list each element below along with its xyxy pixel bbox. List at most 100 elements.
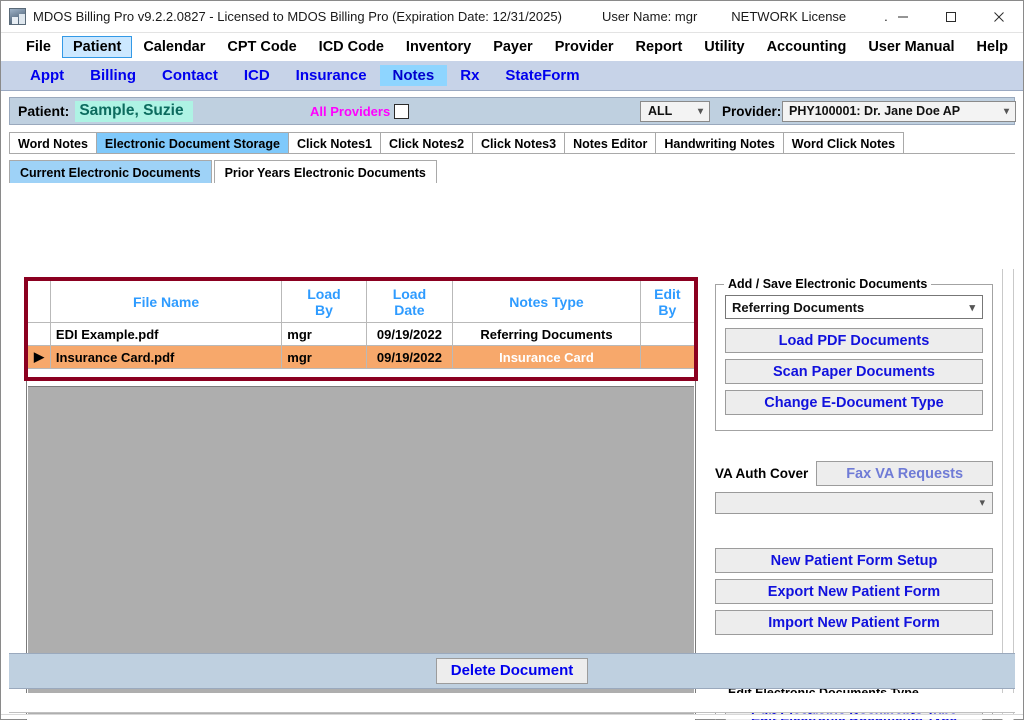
documents-grid-body: File Name Load By Load Date Notes Type E… (27, 280, 696, 369)
tab-click-notes3[interactable]: Click Notes3 (472, 132, 566, 153)
row-selector-cell[interactable] (27, 322, 51, 346)
column-header-load-date-line1: Load (392, 285, 427, 302)
provider-label: Provider: (722, 103, 782, 119)
notes-tab-strip: Word Notes Electronic Document Storage C… (9, 132, 1015, 154)
tab-word-click-notes[interactable]: Word Click Notes (782, 132, 905, 153)
window-bottom-edge (1, 714, 1023, 719)
secondary-nav-bar: Appt Billing Contact ICD Insurance Notes… (1, 61, 1023, 91)
column-header-load-by[interactable]: Load By (281, 280, 367, 323)
menu-item-utility[interactable]: Utility (693, 36, 755, 58)
tab-word-notes[interactable]: Word Notes (9, 132, 97, 153)
menu-item-help[interactable]: Help (966, 36, 1019, 58)
import-new-patient-form-button[interactable]: Import New Patient Form (715, 610, 993, 635)
patient-label: Patient: (18, 103, 70, 119)
cell-notes-type[interactable]: Insurance Card (452, 345, 641, 369)
cell-load-by[interactable]: mgr (281, 322, 367, 346)
cell-load-date[interactable]: 09/19/2022 (365, 345, 454, 369)
menu-item-accounting[interactable]: Accounting (756, 36, 858, 58)
menu-item-provider[interactable]: Provider (544, 36, 625, 58)
column-header-edit-by-line1: Edit (654, 285, 681, 302)
chevron-down-icon: ▾ (1003, 105, 1009, 117)
delete-document-button[interactable]: Delete Document (435, 658, 589, 684)
new-patient-form-setup-button[interactable]: New Patient Form Setup (715, 548, 993, 573)
panel-spacer (715, 514, 993, 548)
window-license-type: NETWORK License (731, 9, 847, 24)
maximize-button[interactable] (927, 1, 975, 33)
documents-subtab-strip: Current Electronic Documents Prior Years… (9, 160, 1015, 183)
chevron-down-icon: ▾ (969, 302, 975, 314)
menu-item-calendar[interactable]: Calendar (132, 36, 216, 58)
table-row[interactable]: ▶ Insurance Card.pdf mgr 09/19/2022 Insu… (27, 345, 696, 369)
column-header-load-date[interactable]: Load Date (365, 280, 454, 323)
export-new-patient-form-button[interactable]: Export New Patient Form (715, 579, 993, 604)
nav-item-notes[interactable]: Notes (379, 65, 448, 86)
title-bar: MDOS Billing Pro v9.2.2.0827 - Licensed … (1, 1, 1023, 33)
menu-item-cpt-code[interactable]: CPT Code (216, 36, 307, 58)
close-button[interactable] (975, 1, 1023, 33)
cell-notes-type[interactable]: Referring Documents (452, 322, 641, 346)
nav-item-appt[interactable]: Appt (17, 65, 77, 86)
load-pdf-documents-button[interactable]: Load PDF Documents (725, 328, 983, 353)
subtab-prior-years-electronic-documents[interactable]: Prior Years Electronic Documents (213, 160, 437, 183)
provider-dropdown[interactable]: PHY100001: Dr. Jane Doe AP ▾ (782, 100, 1016, 122)
cell-edit-by[interactable] (639, 322, 696, 346)
documents-table-body: EDI Example.pdf mgr 09/19/2022 Referring… (27, 322, 696, 369)
tab-click-notes2[interactable]: Click Notes2 (380, 132, 474, 153)
minimize-button[interactable] (879, 1, 927, 33)
column-header-notes-type[interactable]: Notes Type (452, 280, 641, 323)
provider-filter-value: ALL (648, 104, 673, 118)
add-save-documents-group: Add / Save Electronic Documents Referrin… (715, 277, 993, 431)
row-selector-cell[interactable]: ▶ (27, 345, 51, 369)
cell-load-by[interactable]: mgr (281, 345, 367, 369)
window-title: MDOS Billing Pro v9.2.2.0827 - Licensed … (33, 9, 562, 24)
table-header-row: File Name Load By Load Date Notes Type E… (27, 280, 696, 323)
nav-item-icd[interactable]: ICD (231, 65, 283, 86)
bottom-action-bar: Delete Document (9, 653, 1015, 689)
menu-item-back[interactable]: Back (1019, 36, 1024, 58)
va-auth-cover-dropdown[interactable]: ▾ (715, 492, 993, 514)
subtab-current-electronic-documents[interactable]: Current Electronic Documents (9, 160, 212, 183)
tab-electronic-document-storage[interactable]: Electronic Document Storage (95, 132, 289, 153)
change-edocument-type-button[interactable]: Change E-Document Type (725, 390, 983, 415)
window-controls (879, 1, 1023, 33)
column-header-notes-type-text: Notes Type (509, 293, 584, 310)
menu-item-inventory[interactable]: Inventory (395, 36, 482, 58)
nav-item-billing[interactable]: Billing (77, 65, 149, 86)
scan-paper-documents-button[interactable]: Scan Paper Documents (725, 359, 983, 384)
column-header-edit-by[interactable]: Edit By (639, 280, 696, 323)
cell-load-date[interactable]: 09/19/2022 (365, 322, 454, 346)
menu-item-user-manual[interactable]: User Manual (857, 36, 965, 58)
menu-item-payer[interactable]: Payer (482, 36, 544, 58)
nav-item-insurance[interactable]: Insurance (283, 65, 380, 86)
nav-item-stateform[interactable]: StateForm (492, 65, 592, 86)
table-row[interactable]: EDI Example.pdf mgr 09/19/2022 Referring… (27, 322, 696, 346)
all-providers-checkbox[interactable] (394, 103, 409, 119)
tab-click-notes1[interactable]: Click Notes1 (287, 132, 381, 153)
menu-item-patient[interactable]: Patient (61, 36, 133, 58)
menu-item-file[interactable]: File (15, 36, 62, 58)
fax-va-requests-button[interactable]: Fax VA Requests (816, 461, 993, 486)
column-header-file-name-text: File Name (133, 293, 200, 310)
cell-edit-by[interactable] (639, 345, 696, 369)
menu-item-report[interactable]: Report (625, 36, 694, 58)
va-auth-row: VA Auth Cover Fax VA Requests (715, 461, 993, 486)
va-auth-cover-label: VA Auth Cover (715, 466, 809, 481)
patient-name-value[interactable]: Sample, Suzie (75, 100, 194, 122)
column-header-load-date-line2: Date (394, 301, 425, 318)
documents-table-header: File Name Load By Load Date Notes Type E… (27, 280, 696, 323)
tab-handwriting-notes[interactable]: Handwriting Notes (655, 132, 784, 153)
app-logo-icon (9, 8, 26, 25)
document-type-dropdown[interactable]: Referring Documents ▾ (725, 295, 983, 319)
main-menu-bar: File Patient Calendar CPT Code ICD Code … (1, 33, 1023, 61)
nav-item-rx[interactable]: Rx (447, 65, 492, 86)
document-type-value: Referring Documents (732, 299, 865, 315)
provider-filter-dropdown[interactable]: ALL ▾ (640, 100, 710, 122)
status-bar (9, 693, 1015, 713)
cell-file-name[interactable]: Insurance Card.pdf (49, 345, 283, 369)
tab-notes-editor[interactable]: Notes Editor (564, 132, 657, 153)
cell-file-name[interactable]: EDI Example.pdf (49, 322, 283, 346)
column-header-selector[interactable] (27, 280, 51, 323)
column-header-file-name[interactable]: File Name (49, 280, 283, 323)
menu-item-icd-code[interactable]: ICD Code (308, 36, 395, 58)
nav-item-contact[interactable]: Contact (149, 65, 231, 86)
